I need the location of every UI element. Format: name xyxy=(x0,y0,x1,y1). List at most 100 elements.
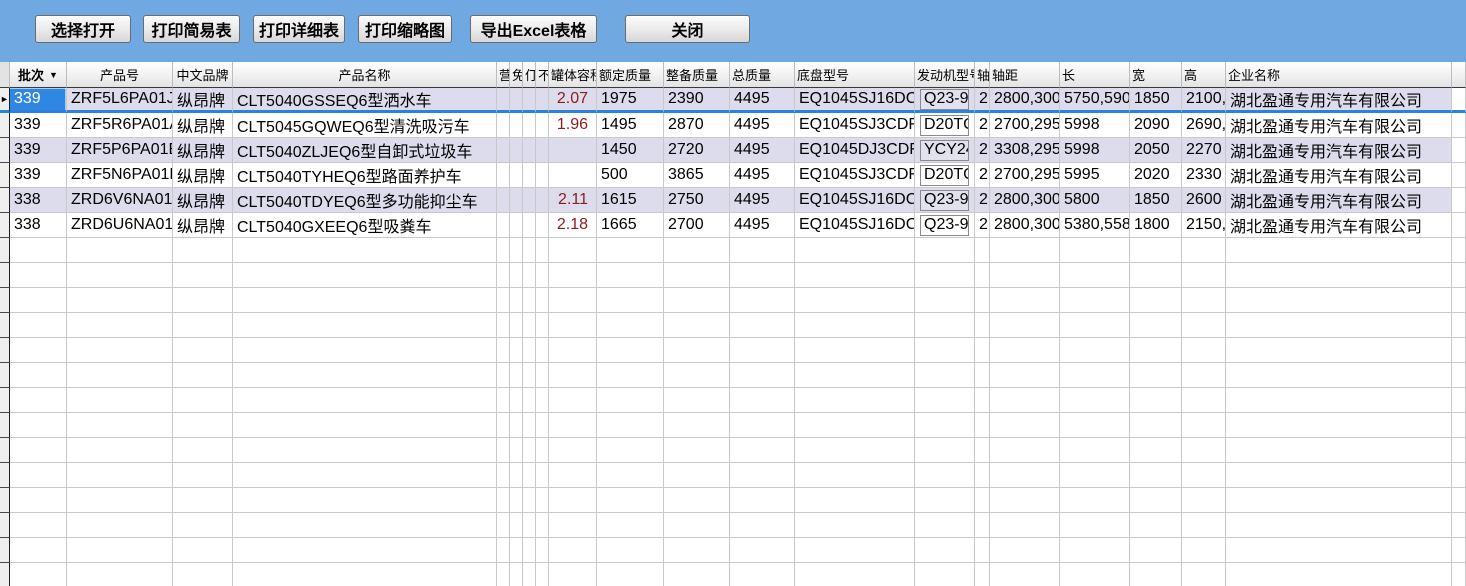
cell-flag3[interactable] xyxy=(523,88,536,113)
cell-batch[interactable]: 338 xyxy=(10,213,67,238)
col-header-width[interactable]: 宽 xyxy=(1130,62,1182,88)
cell-height[interactable]: 2270 xyxy=(1182,138,1226,163)
cell-length[interactable]: 5800 xyxy=(1060,188,1130,213)
col-header-product-name[interactable]: 产品名称 xyxy=(233,62,497,88)
cell-curb-mass[interactable]: 3865 xyxy=(664,163,730,188)
cell-flag4[interactable] xyxy=(536,138,549,163)
cell-brand[interactable]: 纵昂牌 xyxy=(173,88,233,113)
col-header-batch[interactable]: 批次▼ xyxy=(10,62,67,88)
cell-curb-mass[interactable]: 2750 xyxy=(664,188,730,213)
cell-axle-count[interactable]: 2 xyxy=(975,88,990,113)
cell-flag1[interactable] xyxy=(497,88,510,113)
engine-model-box[interactable]: Q23-95E xyxy=(920,89,969,110)
cell-height[interactable]: 2690,2 xyxy=(1182,113,1226,138)
cell-rated-mass[interactable]: 1975 xyxy=(597,88,664,113)
cell-product-name[interactable]: CLT5045GQWEQ6型清洗吸污车 xyxy=(233,113,497,138)
engine-model-box[interactable]: Q23-95E xyxy=(920,190,969,211)
cell-product-no[interactable]: ZRF5P6PA01B xyxy=(67,138,173,163)
cell-company[interactable]: 湖北盈通专用汽车有限公司 xyxy=(1226,88,1452,113)
close-button[interactable]: 关闭 xyxy=(625,15,750,43)
print-simple-table-button[interactable]: 打印简易表 xyxy=(143,15,240,43)
cell-flag1[interactable] xyxy=(497,213,510,238)
cell-product-name[interactable]: CLT5040TYHEQ6型路面养护车 xyxy=(233,163,497,188)
cell-product-no[interactable]: ZRD6V6NA01B xyxy=(67,188,173,213)
cell-flag4[interactable] xyxy=(536,88,549,113)
cell-company[interactable]: 湖北盈通专用汽车有限公司 xyxy=(1226,188,1452,213)
cell-total-mass[interactable]: 4495 xyxy=(730,113,795,138)
cell-wheelbase[interactable]: 2700,2950, xyxy=(990,113,1060,138)
cell-product-name[interactable]: CLT5040TDYEQ6型多功能抑尘车 xyxy=(233,188,497,213)
cell-product-name[interactable]: CLT5040GSSEQ6型洒水车 xyxy=(233,88,497,113)
cell-company[interactable]: 湖北盈通专用汽车有限公司 xyxy=(1226,163,1452,188)
cell-brand[interactable]: 纵昂牌 xyxy=(173,213,233,238)
cell-flag2[interactable] xyxy=(510,88,523,113)
cell-chassis-model[interactable]: EQ1045SJ16DC xyxy=(795,213,915,238)
row-gutter-cell[interactable] xyxy=(0,113,10,138)
cell-batch[interactable]: 338 xyxy=(10,188,67,213)
cell-length[interactable]: 5998 xyxy=(1060,138,1130,163)
cell-total-mass[interactable]: 4495 xyxy=(730,138,795,163)
cell-brand[interactable]: 纵昂牌 xyxy=(173,113,233,138)
cell-width[interactable]: 1800 xyxy=(1130,213,1182,238)
col-header-flag1[interactable]: 营 xyxy=(497,62,510,88)
cell-curb-mass[interactable]: 2720 xyxy=(664,138,730,163)
cell-flag1[interactable] xyxy=(497,113,510,138)
cell-total-mass[interactable]: 4495 xyxy=(730,163,795,188)
cell-flag4[interactable] xyxy=(536,188,549,213)
cell-flag1[interactable] xyxy=(497,163,510,188)
cell-wheelbase[interactable]: 2700,2950, xyxy=(990,163,1060,188)
cell-length[interactable]: 5998 xyxy=(1060,113,1130,138)
cell-flag1[interactable] xyxy=(497,138,510,163)
cell-wheelbase[interactable]: 2800,3000, xyxy=(990,88,1060,113)
cell-flag3[interactable] xyxy=(523,213,536,238)
engine-model-box[interactable]: D20TCII xyxy=(920,115,969,136)
cell-flag2[interactable] xyxy=(510,188,523,213)
cell-engine-model[interactable]: Q23-95E xyxy=(915,213,975,238)
engine-model-box[interactable]: YCY241 xyxy=(920,140,969,161)
cell-total-mass[interactable]: 4495 xyxy=(730,213,795,238)
cell-height[interactable]: 2150,2 xyxy=(1182,213,1226,238)
row-gutter-cell[interactable] xyxy=(0,188,10,213)
cell-rated-mass[interactable]: 1615 xyxy=(597,188,664,213)
row-gutter-cell[interactable] xyxy=(0,213,10,238)
cell-total-mass[interactable]: 4495 xyxy=(730,188,795,213)
cell-flag4[interactable] xyxy=(536,163,549,188)
cell-tank-volume[interactable]: 2.07 xyxy=(549,88,597,113)
cell-flag2[interactable] xyxy=(510,138,523,163)
cell-axle-count[interactable]: 2 xyxy=(975,163,990,188)
cell-total-mass[interactable]: 4495 xyxy=(730,88,795,113)
cell-width[interactable]: 1850 xyxy=(1130,188,1182,213)
cell-height[interactable]: 2100,2 xyxy=(1182,88,1226,113)
col-header-axle-count[interactable]: 轴数 xyxy=(975,62,990,88)
col-header-curb-mass[interactable]: 整备质量 xyxy=(664,62,730,88)
cell-tank-volume[interactable] xyxy=(549,163,597,188)
cell-engine-model[interactable]: Q23-95E xyxy=(915,188,975,213)
export-excel-button[interactable]: 导出Excel表格 xyxy=(470,15,597,43)
cell-chassis-model[interactable]: EQ1045SJ3CDF xyxy=(795,163,915,188)
engine-model-box[interactable]: Q23-95E xyxy=(920,215,969,236)
cell-flag4[interactable] xyxy=(536,113,549,138)
cell-engine-model[interactable]: Q23-95E xyxy=(915,88,975,113)
cell-chassis-model[interactable]: EQ1045SJ3CDF xyxy=(795,113,915,138)
col-header-height[interactable]: 高 xyxy=(1182,62,1226,88)
cell-chassis-model[interactable]: EQ1045SJ16DC xyxy=(795,188,915,213)
cell-curb-mass[interactable]: 2700 xyxy=(664,213,730,238)
cell-wheelbase[interactable]: 2800,3000, xyxy=(990,188,1060,213)
col-header-total-mass[interactable]: 总质量 xyxy=(730,62,795,88)
cell-product-no[interactable]: ZRF5N6PA01E xyxy=(67,163,173,188)
cell-flag2[interactable] xyxy=(510,113,523,138)
cell-flag1[interactable] xyxy=(497,188,510,213)
cell-rated-mass[interactable]: 500 xyxy=(597,163,664,188)
col-header-company[interactable]: 企业名称 xyxy=(1226,62,1452,88)
cell-rated-mass[interactable]: 1665 xyxy=(597,213,664,238)
col-header-engine-model[interactable]: 发动机型号 xyxy=(915,62,975,88)
cell-length[interactable]: 5380,5580 xyxy=(1060,213,1130,238)
cell-tank-volume[interactable]: 1.96 xyxy=(549,113,597,138)
cell-product-name[interactable]: CLT5040ZLJEQ6型自卸式垃圾车 xyxy=(233,138,497,163)
cell-product-name[interactable]: CLT5040GXEEQ6型吸粪车 xyxy=(233,213,497,238)
col-header-product-no[interactable]: 产品号 xyxy=(67,62,173,88)
cell-height[interactable]: 2330 xyxy=(1182,163,1226,188)
print-thumbnail-button[interactable]: 打印缩略图 xyxy=(358,15,452,43)
cell-batch[interactable]: 339 xyxy=(10,113,67,138)
cell-engine-model[interactable]: D20TCII xyxy=(915,113,975,138)
